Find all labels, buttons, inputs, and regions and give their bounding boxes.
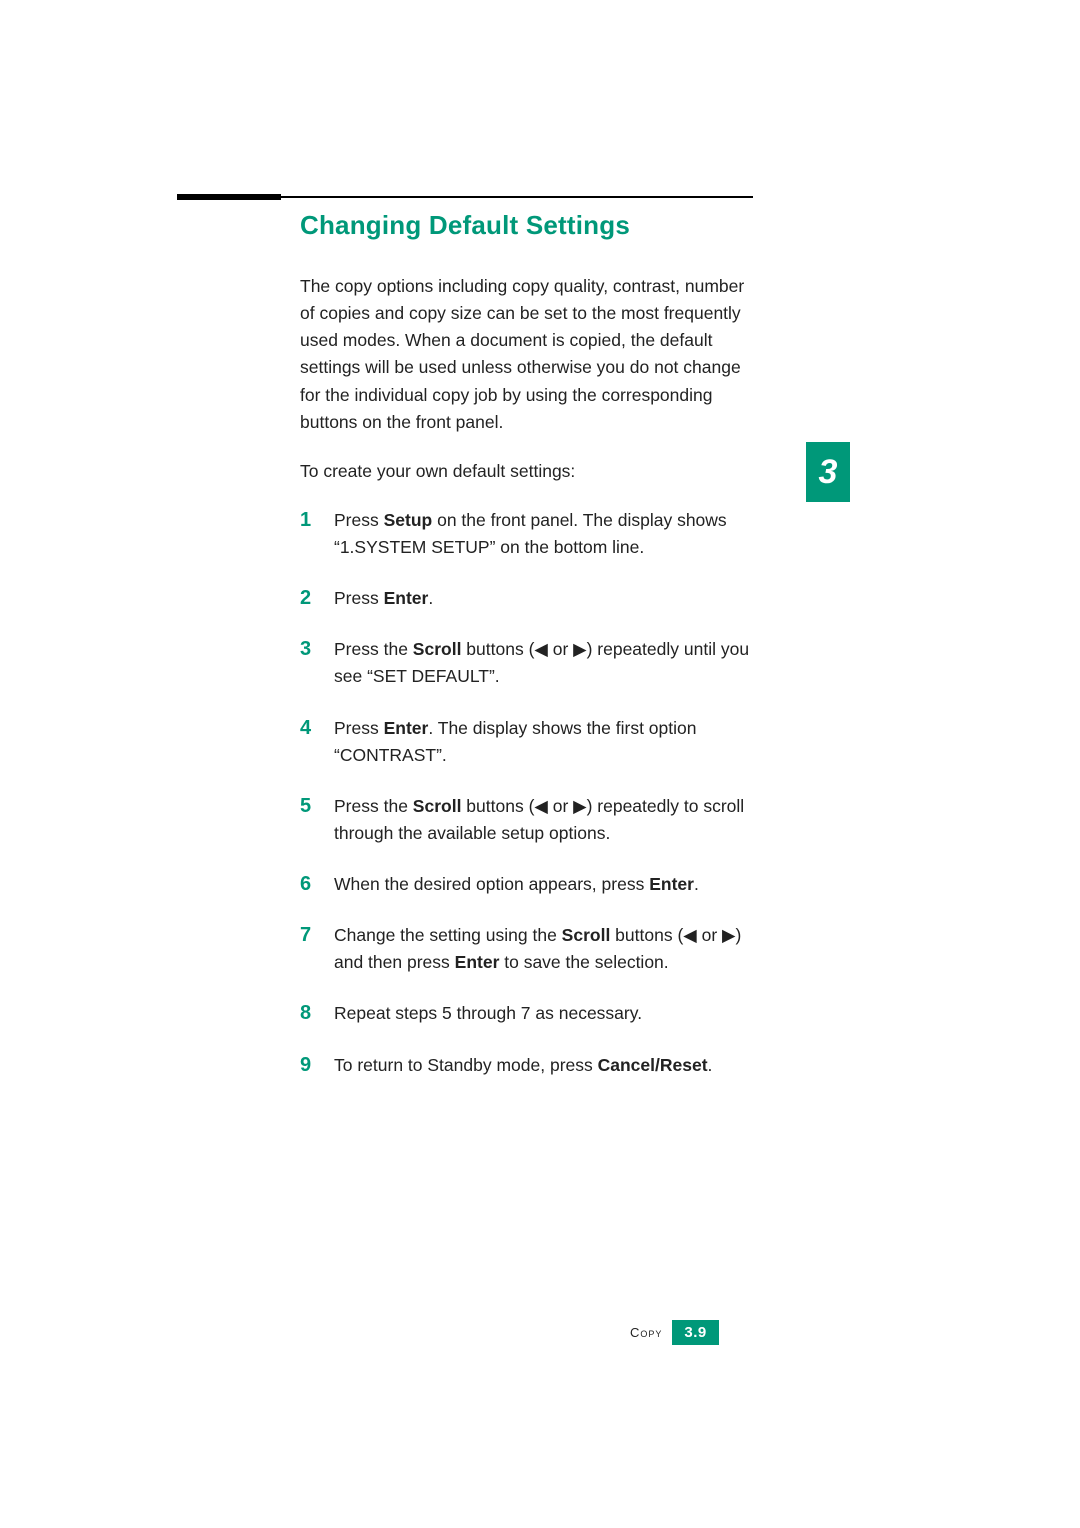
step-8: Repeat steps 5 through 7 as necessary. <box>300 1000 760 1027</box>
step-5: Press the Scroll buttons (◀ or ▶) repeat… <box>300 793 760 847</box>
step-6: When the desired option appears, press E… <box>300 871 760 898</box>
step-2: Press Enter. <box>300 585 760 612</box>
step-9: To return to Standby mode, press Cancel/… <box>300 1052 760 1079</box>
footer-page-number: 3.9 <box>672 1320 718 1345</box>
chapter-tab: 3 <box>806 442 850 502</box>
page-footer: Copy 3.9 <box>630 1320 719 1345</box>
step-1: Press Setup on the front panel. The disp… <box>300 507 760 561</box>
step-3: Press the Scroll buttons (◀ or ▶) repeat… <box>300 636 760 690</box>
step-4: Press Enter. The display shows the first… <box>300 715 760 769</box>
header-rule <box>177 194 753 200</box>
lead-line: To create your own default settings: <box>300 458 760 485</box>
steps-list: Press Setup on the front panel. The disp… <box>300 507 760 1079</box>
content-area: Changing Default Settings The copy optio… <box>300 210 760 1103</box>
step-7: Change the setting using the Scroll butt… <box>300 922 760 976</box>
footer-section-name: Copy <box>630 1325 662 1340</box>
intro-paragraph: The copy options including copy quality,… <box>300 273 760 436</box>
section-title: Changing Default Settings <box>300 210 760 241</box>
